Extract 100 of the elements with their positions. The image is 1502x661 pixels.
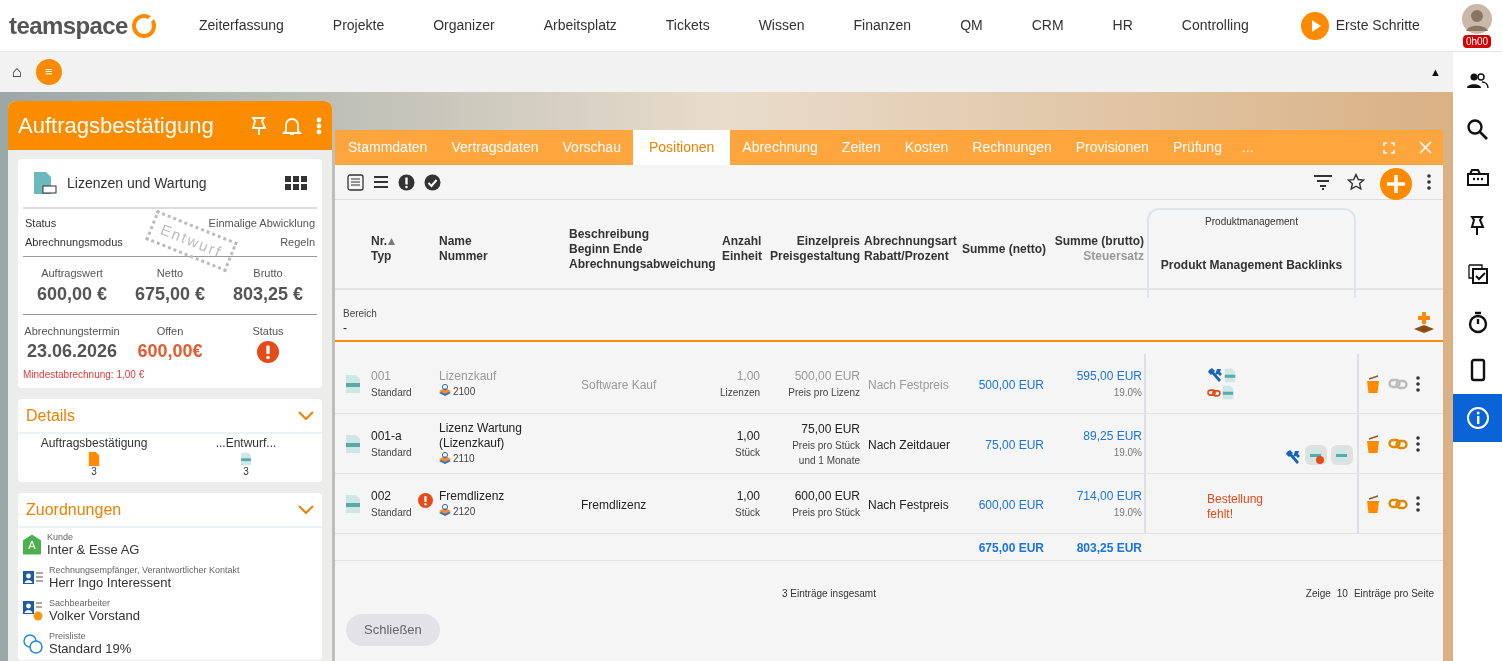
document-icon xyxy=(33,171,57,195)
field-value: Herr Ingo Interessent xyxy=(49,575,173,590)
nav-link[interactable]: Arbeitsplatz xyxy=(543,15,617,36)
collapse-button[interactable]: ▲ xyxy=(1430,63,1441,81)
table-cell-text: 19.0% xyxy=(1113,386,1142,400)
figure-label: Abrechnungstermin xyxy=(24,323,120,339)
nav-link[interactable]: CRM xyxy=(1031,15,1064,36)
column-header[interactable]: Beschreibung xyxy=(569,226,649,242)
contact-card-icon xyxy=(23,600,43,621)
panel-title: Auftragsbestätigung xyxy=(18,112,214,140)
avatar-icon[interactable] xyxy=(1462,3,1492,34)
entries-count: 3 Einträge insgesamt xyxy=(782,587,876,601)
tools-icon xyxy=(1285,449,1301,465)
nav-link[interactable]: Organizer xyxy=(433,15,495,36)
more-icon[interactable] xyxy=(1416,495,1420,512)
info-icon xyxy=(1465,406,1490,430)
column-header[interactable]: Abrechnungsabweichung xyxy=(569,256,716,272)
figure-value: 600,00€ xyxy=(137,340,203,363)
column-header[interactable]: Rabatt/Prozent xyxy=(864,249,949,264)
table-cell: Software Kauf xyxy=(581,377,657,392)
column-header[interactable]: Typ xyxy=(371,249,392,264)
field-value: Standard 19% xyxy=(49,641,132,656)
table-cell: 600,00 EUR xyxy=(978,497,1044,512)
table-cell-text: Fremdlizenz xyxy=(439,488,506,504)
document-count-link[interactable]: Auftragsbestätigung 3 xyxy=(18,434,170,478)
column-header[interactable]: Name xyxy=(439,234,472,249)
column-header[interactable]: Einheit xyxy=(722,249,762,264)
list-view-icon[interactable] xyxy=(373,175,389,189)
table-cell-text: 2100 xyxy=(453,384,476,399)
nav-link[interactable]: QM xyxy=(960,15,983,36)
trash-icon[interactable] xyxy=(1366,374,1380,393)
figure-value: 600,00 € xyxy=(36,282,108,306)
euro-stack-icon xyxy=(439,451,451,466)
figure-label: Status xyxy=(252,323,284,339)
getting-started-label: Erste Schritte xyxy=(1335,16,1420,35)
column-header[interactable]: Anzahl xyxy=(722,234,762,249)
table-cell-text: Lizenzkauf xyxy=(439,368,498,384)
nav-link[interactable]: Tickets xyxy=(665,15,710,36)
column-header[interactable]: Einzelpreis xyxy=(796,234,860,249)
logo-text: teamspace xyxy=(9,13,128,38)
getting-started-button[interactable]: Erste Schritte xyxy=(1300,11,1420,40)
table-cell-text: 19.0% xyxy=(1113,506,1142,520)
sort-icon[interactable] xyxy=(388,238,395,245)
filter-icon[interactable] xyxy=(1313,174,1333,190)
table-cell-text: 002 xyxy=(371,488,393,505)
table-cell-text: 1,00 xyxy=(736,488,760,505)
more-icon[interactable] xyxy=(1416,375,1420,392)
page-size-select[interactable]: 10 xyxy=(1336,586,1348,601)
nav-link[interactable]: Zeiterfassung xyxy=(199,15,284,36)
table-cell: Fremdlizenz xyxy=(581,497,647,512)
field-label: Status xyxy=(25,216,57,231)
euro-stack-icon xyxy=(439,504,451,518)
close-button[interactable]: Schließen xyxy=(346,614,440,646)
nav-link[interactable]: Controlling xyxy=(1181,15,1249,36)
home-button[interactable]: ⌂ xyxy=(12,64,22,80)
column-header[interactable]: Beginn Ende xyxy=(569,241,643,257)
column-header[interactable]: Summe (brutto) xyxy=(1054,234,1144,249)
chevron-down-icon[interactable] xyxy=(298,410,314,421)
play-icon xyxy=(1300,11,1329,40)
column-header[interactable]: Summe (netto) xyxy=(962,241,1046,257)
column-header[interactable]: Abrechnungsart xyxy=(864,234,957,249)
column-header[interactable]: Nummer xyxy=(439,249,488,264)
document-count-link[interactable]: ...Entwurf... 3 xyxy=(170,434,322,478)
table-cell-text: 600,00 EUR xyxy=(794,488,860,505)
table-cell-text: 714,00 EUR xyxy=(1076,488,1142,505)
more-icon[interactable] xyxy=(1416,435,1420,452)
table-cell-text: Standard xyxy=(371,446,413,460)
document-icon xyxy=(345,433,361,454)
chevron-down-icon[interactable] xyxy=(298,504,314,515)
tools-icon xyxy=(1207,367,1223,383)
more-icon[interactable] xyxy=(1427,174,1431,190)
star-icon[interactable] xyxy=(1347,173,1365,191)
check-filter-icon[interactable] xyxy=(424,173,441,191)
page-size-label: Einträge pro Seite xyxy=(1353,587,1434,601)
nav-link[interactable]: Wissen xyxy=(758,15,805,36)
column-header[interactable]: Nr. xyxy=(371,234,387,249)
section-field[interactable]: Bereich - xyxy=(343,300,397,338)
field-label: Kunde xyxy=(47,532,75,542)
trash-icon[interactable] xyxy=(1366,434,1380,453)
nav-link[interactable]: Finanzen xyxy=(853,15,912,36)
field-value: Volker Vorstand xyxy=(49,608,141,623)
warning-filter-icon[interactable] xyxy=(398,173,415,191)
document-icon xyxy=(1222,385,1234,400)
table-cell-text: 2110 xyxy=(453,452,475,466)
grid-icon[interactable] xyxy=(285,176,307,190)
field-value: Regeln xyxy=(280,234,315,250)
document-link-icon[interactable] xyxy=(1305,445,1327,465)
figure-label: Auftragswert xyxy=(41,266,103,281)
table-cell-text: Preis pro Stück und 1 Monate xyxy=(792,438,860,468)
table-row[interactable]: 001-a Standard Lizenz Wartung (Lizenzkauf) 2110 1,00 Stück 75,00 EUR Preis pro Stück und 1 Monate Nach Zeitdauer 75,00 EUR 89,25 EUR 19.0% xyxy=(335,414,1443,474)
link-icon[interactable] xyxy=(1207,386,1221,399)
minimum-billing-note: Mindestabrechnung: 1,00 € xyxy=(23,368,146,382)
column-header[interactable]: Produkt Management Backlinks xyxy=(1160,258,1343,273)
column-header[interactable]: Preisgestaltung xyxy=(769,249,860,264)
details-view-icon[interactable] xyxy=(347,173,364,191)
nav-link[interactable]: HR xyxy=(1112,15,1133,36)
add-section-icon[interactable] xyxy=(1413,312,1435,334)
trash-icon[interactable] xyxy=(1366,494,1380,513)
nav-link[interactable]: Projekte xyxy=(332,15,385,36)
table-cell: Nach Festpreis xyxy=(868,497,949,512)
